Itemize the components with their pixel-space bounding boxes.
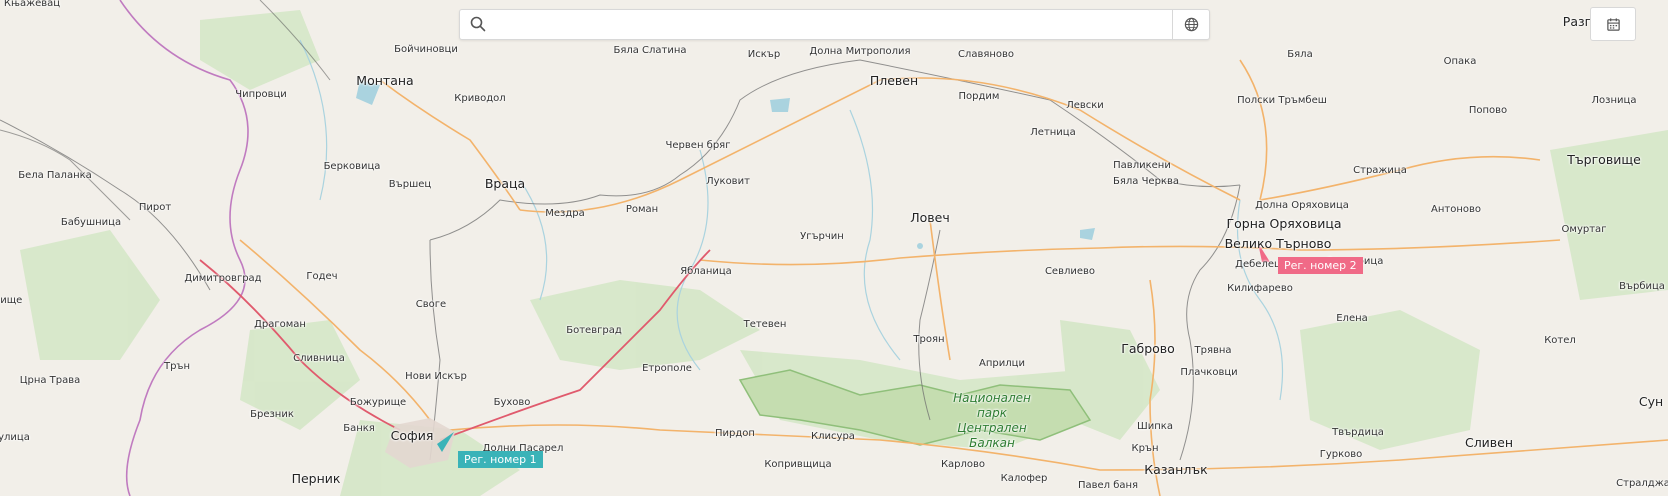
place-label: Славяново [957,49,1015,60]
place-label: Бяла Слатина [613,45,687,56]
calendar-icon [1606,17,1620,31]
place-label: Павел баня [1077,480,1139,491]
place-label: Драгоман [254,319,306,330]
place-label: Монтана [356,72,414,88]
place-label: Пирот [138,202,172,213]
place-label: Трявна [1194,345,1232,356]
place-label: Червен бряг [665,140,731,151]
place-label: Елена [1336,313,1368,324]
place-label: Годеч [306,271,338,282]
place-label: Върбица [1619,281,1665,292]
place-label: Котел [1544,335,1576,346]
national-park-label: Национален парк Централен Балкан [953,391,1031,450]
place-label: Банкя [343,423,375,434]
place-label: Пирдоп [715,428,755,439]
place-label: Антоново [1431,204,1481,215]
place-label: Омуртаг [1561,224,1607,235]
place-label: Берковица [323,161,381,172]
place-label: Долна Оряховица [1255,200,1349,211]
place-label: Дебелец [1235,259,1281,270]
place-label: Лозница [1591,95,1637,106]
place-label: Плевен [869,72,919,88]
calendar-button[interactable] [1590,7,1636,41]
place-label: Црна Трава [19,375,81,386]
place-label: улица [0,432,30,443]
place-label: Априлци [979,358,1025,369]
place-label: Нови Искър [405,371,467,382]
place-label: Полски Тръмбеш [1237,95,1327,106]
place-label: Брезник [250,409,294,420]
place-label: София [390,427,434,443]
place-label: Долна Митрополия [809,46,911,57]
place-label: Перник [291,470,341,486]
place-label: Стражица [1353,165,1407,176]
place-label: Божурище [349,397,407,408]
place-label: Мездра [545,208,585,219]
place-label: Летница [1030,127,1076,138]
place-label: Етрополе [642,363,692,374]
place-label: Троян [913,334,945,345]
globe-icon [1184,17,1198,32]
place-label: Ябланица [680,266,732,277]
place-label: Горна Оряховица [1226,215,1342,231]
place-label: Бяла [1287,49,1313,60]
place-label: Криводол [454,93,506,104]
place-label: Роман [625,204,659,215]
place-label: Попово [1468,105,1508,116]
place-label: Бяла Черква [1113,176,1179,187]
place-label: Угърчин [800,231,844,242]
search-bar [459,9,1210,40]
place-label: Ловеч [910,209,950,225]
place-label: Велико Търново [1224,235,1332,251]
place-label: Бела Паланка [18,170,92,181]
place-label: Бабушница [60,217,122,228]
place-label: Ботевград [566,325,622,336]
place-label: Гурково [1319,449,1363,460]
marker-1-label[interactable]: Рег. номер 1 [458,451,543,468]
place-label: Своге [415,299,447,310]
place-label: Крън [1131,443,1159,454]
place-label: Пордим [958,91,1000,102]
map-canvas[interactable] [0,0,1668,496]
marker-2-label[interactable]: Рег. номер 2 [1278,257,1363,274]
place-label: Сливница [293,353,345,364]
place-label: Плачковци [1180,367,1238,378]
place-label: Трън [163,361,191,372]
place-label: Чипровци [235,89,287,100]
place-label: Искър [747,49,781,60]
place-label: нище [0,295,23,306]
place-label: Сун [1638,393,1664,409]
place-label: Твърдица [1332,427,1384,438]
search-icon [470,16,486,32]
place-label: Враца [484,175,526,191]
place-label: Търговище [1567,151,1641,167]
place-label: Вършец [388,179,432,190]
place-label: Сливен [1464,434,1514,450]
place-label: Бухово [493,397,531,408]
place-label: Шипка [1137,421,1173,432]
place-label: Луковит [706,176,750,187]
place-label: Килифарево [1227,283,1293,294]
language-button[interactable] [1172,10,1209,39]
place-label: Казанлък [1144,461,1208,477]
place-label: Опака [1443,56,1477,67]
place-label: Бойчиновци [394,44,458,55]
place-label: Књажевац [3,0,61,9]
place-label: Тетевен [743,319,787,330]
place-label: Габрово [1121,340,1175,356]
place-label: Карлово [940,459,986,470]
place-label: Севлиево [1044,266,1096,277]
place-label: Копривщица [764,459,832,470]
place-label: Левски [1066,100,1104,111]
place-label: Павликени [1113,160,1171,171]
place-label: Клисура [811,431,855,442]
place-label: Димитровград [184,273,262,284]
place-label: Калофер [1000,473,1048,484]
place-label: Стралджа [1616,478,1668,489]
place-label: Разг [1562,13,1592,29]
search-input[interactable] [494,13,1178,37]
